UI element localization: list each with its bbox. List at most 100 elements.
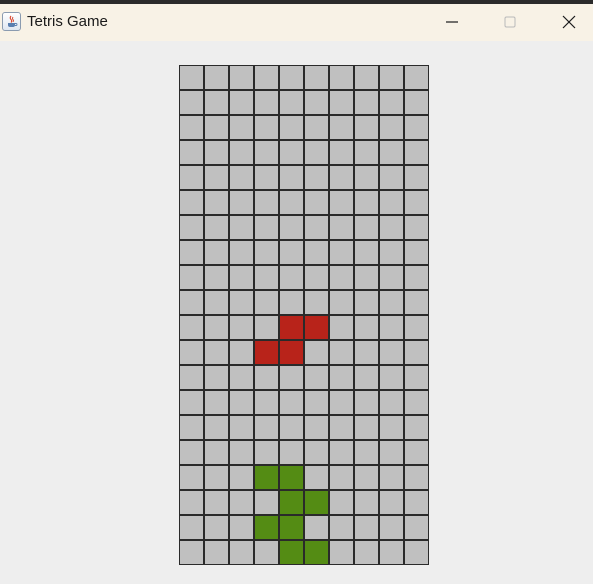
board-cell [329,215,354,240]
board-cell [329,265,354,290]
board-cell [179,265,204,290]
board-cell [379,140,404,165]
board-cell [279,290,304,315]
board-cell [329,190,354,215]
board-cell [404,115,429,140]
board-cell [229,515,254,540]
board-cell [304,140,329,165]
board-cell [404,490,429,515]
board-cell [354,115,379,140]
board-cell [254,240,279,265]
board-cell [254,215,279,240]
board-cell [354,465,379,490]
board-cell [379,240,404,265]
board-cell [229,115,254,140]
maximize-icon [504,16,516,28]
board-cell [354,515,379,540]
board-cell [254,190,279,215]
board-cell [204,515,229,540]
board-cell [229,90,254,115]
board-cell [254,365,279,390]
board-cell [229,465,254,490]
board-cell [204,365,229,390]
falling-piece-block [279,340,304,365]
board-cell [254,90,279,115]
board-cell [254,415,279,440]
board-cell [204,65,229,90]
board-cell [254,440,279,465]
board-cell [354,315,379,340]
board-cell [379,190,404,215]
falling-piece-block [254,340,279,365]
board-cell [179,365,204,390]
board-cell [329,115,354,140]
board-cell [379,390,404,415]
board-cell [254,115,279,140]
board-cell [329,240,354,265]
close-button[interactable] [546,4,592,41]
board-cell [179,440,204,465]
board-cell [329,490,354,515]
board-cell [279,90,304,115]
board-cell [204,240,229,265]
board-cell [404,465,429,490]
board-cell [379,215,404,240]
board-cell [254,65,279,90]
board-cell [354,190,379,215]
title-bar[interactable]: Tetris Game [0,4,593,41]
board-cell [379,365,404,390]
board-cell [379,465,404,490]
board-cell [404,265,429,290]
board-cell [379,340,404,365]
board-cell [379,515,404,540]
board-cell [354,415,379,440]
board-cell [329,290,354,315]
board-cell [204,115,229,140]
board-cell [229,290,254,315]
board-cell [329,390,354,415]
board-cell [254,140,279,165]
board-cell [404,90,429,115]
board-cell [204,340,229,365]
board-cell [229,190,254,215]
board-cell [229,490,254,515]
board-cell [254,540,279,565]
board-cell [179,240,204,265]
board-cell [354,265,379,290]
java-icon[interactable] [2,12,21,31]
board-cell [404,140,429,165]
game-board[interactable] [179,65,429,565]
settled-block [279,515,304,540]
board-cell [354,65,379,90]
board-cell [379,490,404,515]
board-cell [229,140,254,165]
board-cell [179,315,204,340]
board-cell [304,340,329,365]
board-cell [379,540,404,565]
board-cell [229,315,254,340]
board-cell [304,365,329,390]
maximize-button[interactable] [487,4,533,41]
board-cell [179,115,204,140]
board-cell [379,165,404,190]
board-cell [404,365,429,390]
board-cell [229,65,254,90]
falling-piece-block [304,315,329,340]
board-cell [229,215,254,240]
board-cell [354,90,379,115]
board-cell [354,490,379,515]
board-cell [254,265,279,290]
board-cell [279,365,304,390]
board-cell [404,240,429,265]
board-cell [304,465,329,490]
board-cell [254,165,279,190]
board-cell [304,265,329,290]
close-icon [562,15,576,29]
board-cell [254,290,279,315]
board-cell [179,415,204,440]
board-cell [279,440,304,465]
minimize-button[interactable] [429,4,475,41]
board-cell [304,440,329,465]
board-cell [254,390,279,415]
board-cell [329,65,354,90]
